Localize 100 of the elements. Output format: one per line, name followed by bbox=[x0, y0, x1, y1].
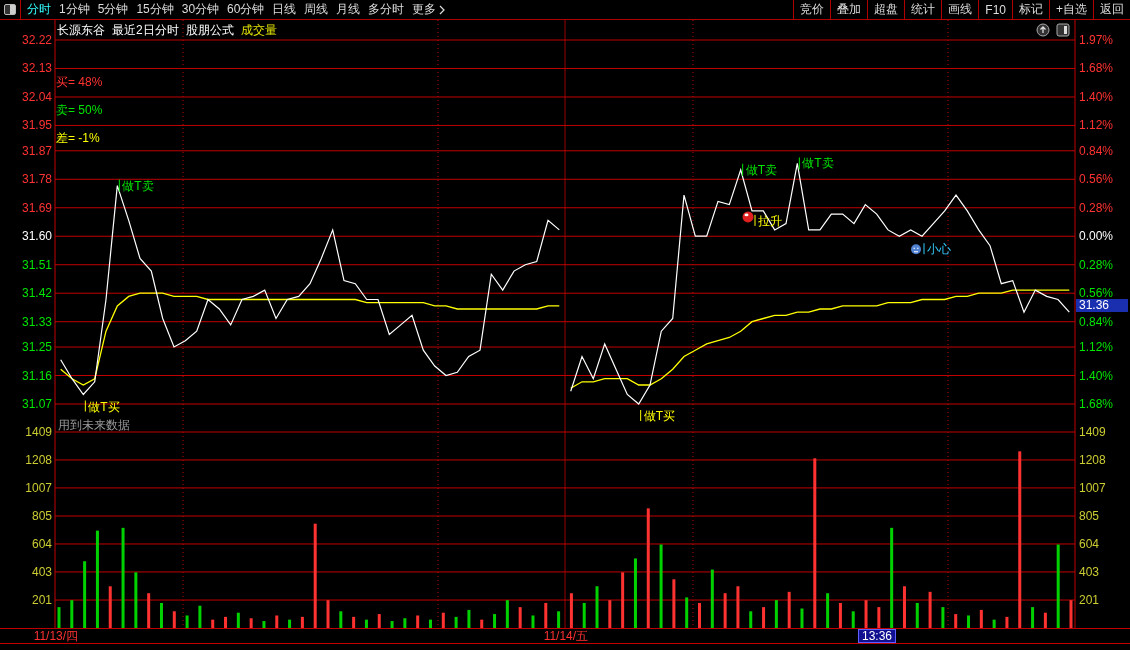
volume-bar bbox=[429, 619, 432, 628]
percent-tick-label: 0.56% bbox=[1079, 172, 1114, 187]
signal-label: 做T卖 bbox=[122, 178, 154, 193]
volume-bar bbox=[1043, 612, 1047, 628]
upload-icon[interactable] bbox=[1036, 23, 1050, 37]
volume-bar bbox=[749, 611, 753, 628]
toolbar-button[interactable]: 竞价 bbox=[793, 0, 831, 19]
percent-tick-label: 0.84% bbox=[1079, 143, 1114, 158]
volume-tick-label: 805 bbox=[31, 509, 52, 523]
volume-bar bbox=[992, 619, 996, 628]
period-tab[interactable]: 周线 bbox=[300, 0, 333, 19]
volume-bar bbox=[569, 593, 573, 628]
period-tab[interactable]: 分时 bbox=[23, 0, 55, 19]
period-tab[interactable]: 日线 bbox=[268, 0, 301, 19]
indicator-label: 股朋公式 bbox=[185, 22, 234, 39]
stock-name: 长源东谷 bbox=[57, 22, 105, 39]
price-tick-label: 31.60 bbox=[21, 229, 52, 244]
period-tab[interactable]: 1分钟 bbox=[55, 0, 94, 19]
time-axis-label: 11/14/五 bbox=[542, 629, 590, 643]
volume-bar bbox=[249, 618, 253, 628]
percent-tick-label: 1.97% bbox=[1079, 33, 1114, 47]
volume-bar bbox=[710, 569, 714, 628]
period-tab[interactable]: 30分钟 bbox=[177, 0, 224, 19]
price-tick-label: 31.16 bbox=[21, 368, 52, 383]
volume-tick-label: 201 bbox=[1079, 593, 1100, 608]
volume-bar bbox=[505, 600, 509, 628]
toolbar-button[interactable]: 画线 bbox=[941, 0, 979, 19]
volume-bar bbox=[608, 600, 612, 628]
indicator-label: 最近2日分时 bbox=[112, 22, 179, 39]
period-tab[interactable]: 15分钟 bbox=[132, 0, 178, 19]
volume-bar bbox=[877, 607, 881, 628]
volume-tick-label: 1208 bbox=[1079, 452, 1106, 467]
percent-tick-label: 0.84% bbox=[1079, 314, 1114, 329]
volume-bar bbox=[108, 586, 112, 628]
volume-bar bbox=[954, 614, 958, 628]
volume-bar bbox=[967, 615, 970, 628]
volume-bar bbox=[838, 602, 842, 628]
time-axis-label: 13:36 bbox=[858, 629, 897, 643]
volume-bar bbox=[531, 615, 535, 628]
volume-bar bbox=[211, 619, 215, 628]
volume-bar bbox=[185, 615, 189, 628]
period-tab[interactable]: 更多 bbox=[408, 0, 450, 19]
signal-label: 小心 bbox=[927, 242, 951, 257]
signal-label: 做T卖 bbox=[745, 162, 777, 177]
volume-bar bbox=[454, 616, 458, 628]
volume-bar bbox=[160, 602, 163, 628]
legend-text: 差= -1% bbox=[56, 131, 100, 145]
volume-bar bbox=[864, 600, 868, 628]
price-tick-label: 31.87 bbox=[21, 143, 52, 158]
period-tab[interactable]: 60分钟 bbox=[223, 0, 269, 19]
period-tab[interactable]: 多分时 bbox=[364, 0, 409, 19]
volume-bar bbox=[544, 602, 548, 628]
toolbar-button[interactable]: 统计 bbox=[904, 0, 942, 19]
volume-bar bbox=[582, 602, 586, 628]
panel-toggle-icon[interactable] bbox=[1056, 23, 1070, 37]
volume-bar bbox=[275, 615, 279, 628]
signal-label: 做T买 bbox=[643, 409, 675, 423]
volume-bar bbox=[300, 616, 304, 628]
price-tick-label: 31.07 bbox=[21, 397, 52, 411]
volume-bar bbox=[493, 614, 497, 628]
volume-tick-label: 1007 bbox=[1079, 480, 1106, 495]
volume-bar bbox=[1005, 616, 1009, 628]
volume-bar bbox=[70, 600, 74, 628]
volume-bar bbox=[518, 607, 522, 628]
signal-mark bbox=[754, 214, 756, 227]
toolbar-button[interactable]: 标记 bbox=[1012, 0, 1049, 19]
period-tab[interactable]: 5分钟 bbox=[93, 0, 133, 19]
volume-bar bbox=[762, 607, 766, 628]
toolbar-button[interactable]: +自选 bbox=[1049, 0, 1093, 19]
percent-tick-label: 1.40% bbox=[1079, 368, 1114, 383]
percent-tick-label: 1.12% bbox=[1079, 340, 1114, 355]
volume-bar bbox=[928, 591, 932, 628]
volume-bar bbox=[83, 561, 87, 628]
percent-tick-label: 1.12% bbox=[1079, 118, 1114, 133]
price-tick-label: 32.04 bbox=[21, 89, 52, 104]
price-tick-label: 31.25 bbox=[21, 340, 52, 355]
period-tab[interactable]: 月线 bbox=[332, 0, 365, 19]
volume-bar bbox=[480, 619, 484, 628]
price-tick-label: 31.95 bbox=[21, 118, 52, 133]
signal-mark bbox=[118, 179, 120, 193]
volume-bar bbox=[941, 607, 945, 628]
toolbar-button[interactable]: F10 bbox=[978, 0, 1012, 19]
price-tick-label: 32.22 bbox=[21, 33, 52, 47]
volume-bar bbox=[57, 607, 61, 628]
volume-bar bbox=[339, 611, 343, 628]
volume-bar bbox=[198, 605, 202, 628]
volume-bar bbox=[698, 602, 701, 628]
toolbar-button[interactable]: 叠加 bbox=[830, 0, 868, 19]
ball-icon bbox=[742, 211, 754, 223]
volume-bar bbox=[441, 612, 445, 628]
volume-bar bbox=[787, 591, 791, 628]
toolbar-button[interactable]: 超盘 bbox=[867, 0, 905, 19]
volume-bar bbox=[851, 611, 855, 628]
toolbar-button[interactable]: 返回 bbox=[1093, 0, 1130, 19]
percent-tick-label: 0.56% bbox=[1079, 286, 1114, 301]
price-tick-label: 32.13 bbox=[21, 61, 52, 76]
volume-bar bbox=[621, 572, 625, 628]
volume-bar bbox=[147, 593, 151, 628]
volume-bar bbox=[774, 600, 778, 628]
volume-bar bbox=[800, 608, 804, 628]
